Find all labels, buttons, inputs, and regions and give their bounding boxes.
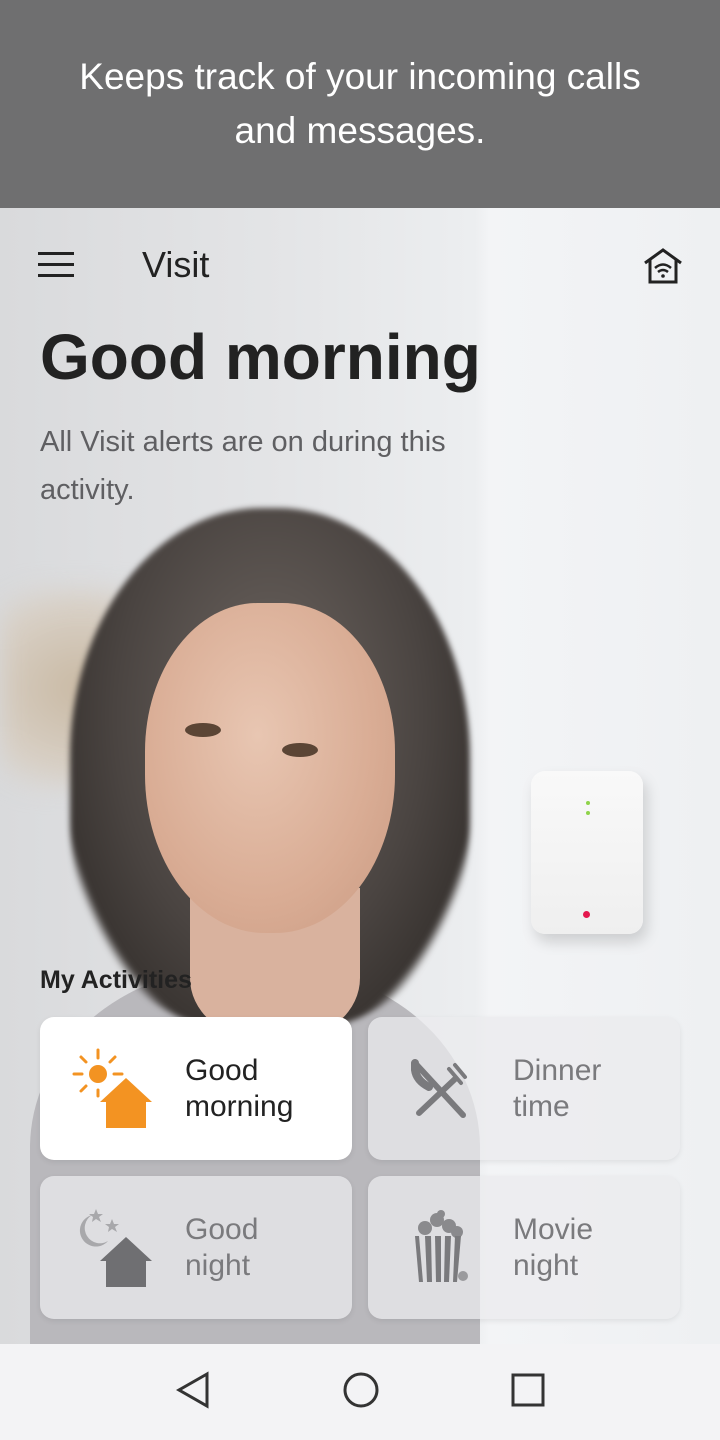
moon-house-icon	[79, 1208, 152, 1287]
system-nav-bar	[0, 1344, 720, 1440]
activity-good-morning[interactable]: Good morning	[40, 1017, 352, 1160]
activity-label: Good morning	[185, 1053, 294, 1123]
activity-good-night[interactable]: Good night	[40, 1176, 352, 1319]
home-circle-icon[interactable]	[342, 1371, 380, 1414]
back-triangle-icon[interactable]	[175, 1370, 211, 1414]
home-wifi-icon[interactable]	[642, 246, 684, 291]
recents-square-icon[interactable]	[511, 1373, 545, 1412]
activity-label: Good night	[185, 1212, 259, 1282]
onboarding-banner: Keeps track of your incoming calls and m…	[0, 0, 720, 208]
popcorn-icon	[414, 1209, 468, 1282]
activity-subtitle: All Visit alerts are on during this acti…	[40, 426, 446, 506]
activities-heading: My Activities	[40, 966, 192, 994]
activity-label: Movie night	[513, 1212, 594, 1282]
knife-fork-icon	[410, 1058, 467, 1118]
sun-house-icon	[72, 1048, 152, 1128]
banner-text: Keeps track of your incoming calls and m…	[79, 56, 641, 151]
activity-dinner-time[interactable]: Dinner time	[368, 1017, 680, 1160]
app-title: Visit	[142, 244, 210, 285]
top-app-bar: Visit	[0, 208, 720, 322]
visit-device-image	[531, 771, 643, 934]
activity-label: Dinner time	[513, 1053, 602, 1123]
app-screen: Visit Good morning All Visit alerts are …	[0, 208, 720, 1344]
greeting-heading: Good morning	[40, 321, 481, 393]
hamburger-icon[interactable]	[38, 252, 74, 278]
activity-movie-night[interactable]: Movie night	[368, 1176, 680, 1319]
